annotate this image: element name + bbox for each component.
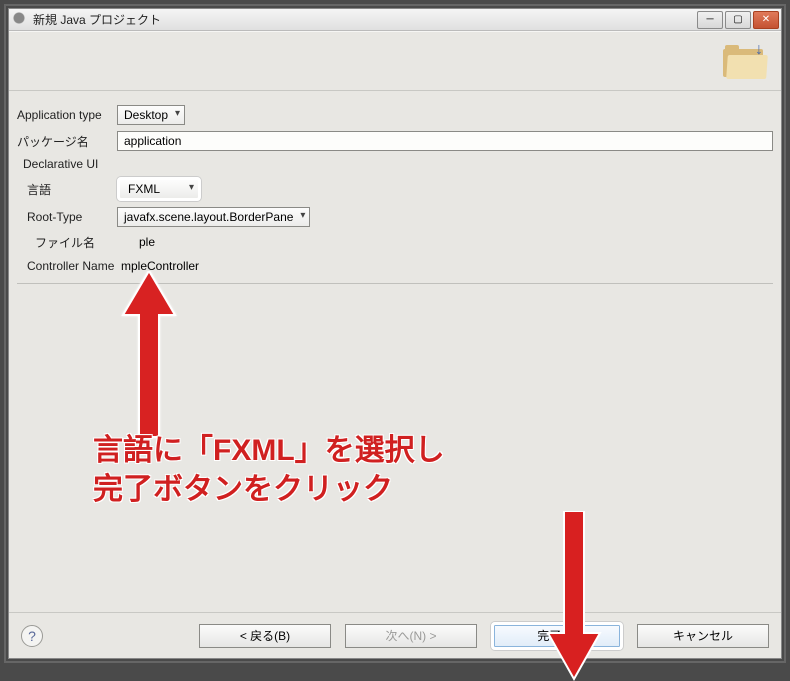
app-type-value: Desktop: [124, 108, 168, 122]
annotation-line1: 言語に「FXML」を選択し: [93, 431, 445, 470]
form-area: Application type Desktop パッケージ名 Declarat…: [9, 91, 781, 612]
window-title: 新規 Java プロジェクト: [33, 11, 695, 28]
file-name-value: ple: [135, 233, 773, 251]
cancel-button[interactable]: キャンセル: [637, 624, 769, 648]
titlebar: 新規 Java プロジェクト ─ ▢ ✕: [9, 9, 781, 31]
declarative-ui-group-label: Declarative UI: [17, 157, 773, 171]
controller-name-value: mpleController: [117, 257, 773, 275]
annotation-arrow-to-language: [119, 271, 179, 441]
wizard-button-bar: ? < 戻る(B) 次へ(N) > 完了(F) キャンセル: [9, 612, 781, 658]
package-input[interactable]: [117, 131, 773, 151]
back-button[interactable]: < 戻る(B): [199, 624, 331, 648]
next-button: 次へ(N) >: [345, 624, 477, 648]
annotation-text: 言語に「FXML」を選択し 完了ボタンをクリック: [93, 431, 445, 509]
app-icon: [13, 12, 29, 28]
maximize-button[interactable]: ▢: [725, 11, 751, 29]
language-value: FXML: [128, 182, 160, 196]
folder-icon: ↓: [723, 43, 767, 79]
root-type-label: Root-Type: [17, 210, 117, 224]
help-button[interactable]: ?: [21, 625, 43, 647]
root-type-select[interactable]: javafx.scene.layout.BorderPane: [117, 207, 310, 227]
controller-name-label: Controller Name: [17, 259, 117, 273]
app-type-select[interactable]: Desktop: [117, 105, 185, 125]
minimize-button[interactable]: ─: [697, 11, 723, 29]
file-name-label: ファイル名: [17, 234, 135, 251]
app-type-label: Application type: [17, 108, 117, 122]
close-button[interactable]: ✕: [753, 11, 779, 29]
annotation-line2: 完了ボタンをクリック: [93, 470, 445, 509]
language-label: 言語: [17, 181, 117, 198]
wizard-banner: ↓: [9, 31, 781, 91]
root-type-value: javafx.scene.layout.BorderPane: [124, 210, 293, 224]
package-label: パッケージ名: [17, 133, 117, 150]
annotation-arrow-to-finish: [544, 511, 604, 681]
language-select[interactable]: FXML: [117, 177, 201, 201]
